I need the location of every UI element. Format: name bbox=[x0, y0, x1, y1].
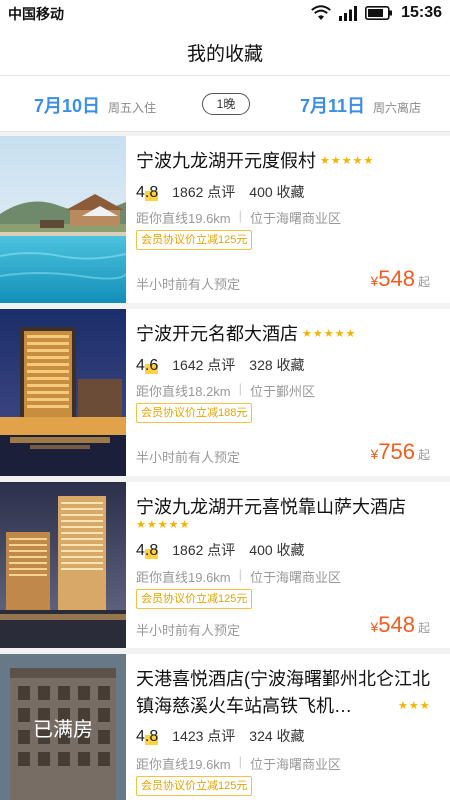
checkin-label: 周五入住 bbox=[108, 101, 157, 115]
hotel-photo bbox=[0, 482, 126, 648]
review-count: 1423 点评 bbox=[172, 728, 236, 744]
location-line: 距你直线19.6km | 位于海曙商业区 bbox=[136, 208, 342, 226]
price: ¥ 548 起 bbox=[370, 612, 430, 637]
hotel-score: 4.8 bbox=[136, 542, 159, 559]
location-line: 距你直线19.6km | 位于海曙商业区 bbox=[136, 567, 342, 585]
star-rating: ★★★★★ bbox=[302, 328, 357, 340]
page-header: 我的收藏 bbox=[0, 26, 450, 76]
promo-tag: 会员协议价立减125元 bbox=[136, 230, 253, 250]
distance: 距你直线19.6km bbox=[136, 570, 231, 585]
battery-icon bbox=[365, 6, 393, 20]
sold-out-overlay: 已满房 bbox=[0, 654, 126, 800]
hotel-name: 宁波开元名都大酒店 ★★★★★ bbox=[136, 324, 357, 344]
hotel-photo bbox=[0, 136, 126, 303]
area: 位于海曙商业区 bbox=[250, 211, 342, 226]
checkout-date-selector[interactable]: 7月11日 周六离店 bbox=[300, 92, 421, 118]
promo-tag: 会员协议价立减125元 bbox=[136, 589, 253, 609]
page-title: 我的收藏 bbox=[186, 44, 263, 65]
hotel-score: 4.8 bbox=[136, 728, 159, 745]
booking-hint: 半小时前有人预定 bbox=[136, 623, 241, 638]
rating-line: 4.8 1423 点评 324 收藏 bbox=[136, 726, 305, 746]
location-line: 距你直线19.6km | 位于海曙商业区 bbox=[136, 754, 342, 772]
price: ¥ 756 起 bbox=[370, 439, 430, 464]
favorite-count: 328 收藏 bbox=[249, 357, 305, 373]
hotel-name: 宁波九龙湖开元喜悦靠山萨大酒店 bbox=[136, 497, 406, 517]
price: ¥ 548 起 bbox=[370, 266, 430, 291]
rating-line: 4.8 1862 点评 400 收藏 bbox=[136, 182, 305, 202]
hotel-score: 4.6 bbox=[136, 357, 159, 374]
hotel-score: 4.8 bbox=[136, 184, 159, 201]
review-count: 1642 点评 bbox=[172, 357, 236, 373]
hotel-photo: 已满房 bbox=[0, 654, 126, 800]
status-icons: 15:36 bbox=[311, 3, 442, 23]
wifi-icon bbox=[311, 5, 331, 21]
distance: 距你直线18.2km bbox=[136, 384, 231, 399]
star-rating: ★★★★★ bbox=[320, 155, 375, 167]
hotel-photo bbox=[0, 309, 126, 476]
status-time: 15:36 bbox=[401, 4, 442, 21]
distance: 距你直线19.6km bbox=[136, 757, 231, 772]
signal-icon bbox=[339, 5, 358, 21]
hotel-card[interactable]: 已满房 天港喜悦酒店(宁波海曙鄞州北仑江北镇海慈溪火车站高铁飞机… ★★★ 4.… bbox=[0, 654, 450, 800]
area: 位于鄞州区 bbox=[250, 384, 316, 399]
hotel-card[interactable]: 宁波开元名都大酒店 ★★★★★ 4.6 1642 点评 328 收藏 距你直线18… bbox=[0, 309, 450, 476]
promo-tag: 会员协议价立减188元 bbox=[136, 403, 253, 423]
status-bar: 中国移动 15:36 bbox=[0, 0, 450, 26]
checkout-label: 周六离店 bbox=[373, 101, 422, 115]
rating-line: 4.8 1862 点评 400 收藏 bbox=[136, 540, 305, 560]
location-line: 距你直线18.2km | 位于鄞州区 bbox=[136, 381, 316, 399]
rating-line: 4.6 1642 点评 328 收藏 bbox=[136, 355, 305, 375]
carrier-name: 中国移动 bbox=[8, 6, 64, 22]
hotel-card[interactable]: 宁波九龙湖开元度假村 ★★★★★ 4.8 1862 点评 400 收藏 距你直线1… bbox=[0, 136, 450, 303]
checkin-date: 7月10日 bbox=[34, 96, 101, 116]
checkin-date-selector[interactable]: 7月10日 周五入住 bbox=[34, 92, 156, 118]
nights-badge: 1晚 bbox=[202, 93, 250, 115]
area: 位于海曙商业区 bbox=[250, 570, 342, 585]
favorite-count: 324 收藏 bbox=[249, 728, 305, 744]
hotel-name: 宁波九龙湖开元度假村 ★★★★★ bbox=[136, 151, 375, 171]
area: 位于海曙商业区 bbox=[250, 757, 342, 772]
favorite-count: 400 收藏 bbox=[249, 184, 305, 200]
distance: 距你直线19.6km bbox=[136, 211, 231, 226]
booking-hint: 半小时前有人预定 bbox=[136, 450, 241, 465]
hotel-name: 天港喜悦酒店(宁波海曙鄞州北仑江北镇海慈溪火车站高铁飞机… bbox=[136, 669, 430, 716]
review-count: 1862 点评 bbox=[172, 542, 236, 558]
star-rating: ★★★★★ bbox=[136, 519, 191, 531]
star-rating: ★★★ bbox=[398, 700, 431, 712]
booking-hint: 半小时前有人预定 bbox=[136, 277, 241, 292]
date-selector-bar: 7月10日 周五入住 1晚 7月11日 周六离店 bbox=[0, 76, 450, 132]
promo-tag: 会员协议价立减125元 bbox=[136, 776, 253, 796]
favorite-count: 400 收藏 bbox=[249, 542, 305, 558]
hotel-card[interactable]: 宁波九龙湖开元喜悦靠山萨大酒店 ★★★★★ 4.8 1862 点评 400 收藏… bbox=[0, 482, 450, 648]
checkout-date: 7月11日 bbox=[300, 96, 366, 116]
review-count: 1862 点评 bbox=[172, 184, 236, 200]
